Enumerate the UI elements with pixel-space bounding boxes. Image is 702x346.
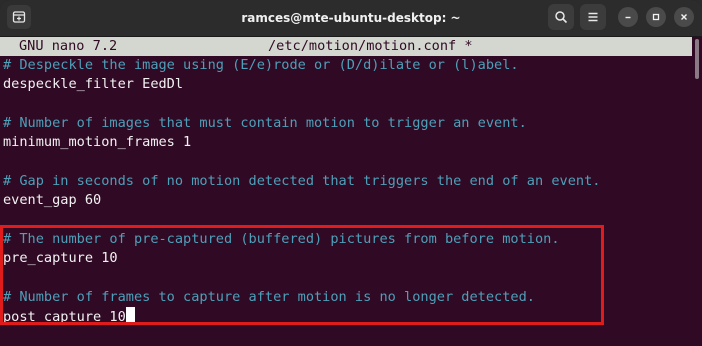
hamburger-menu-icon bbox=[588, 12, 598, 22]
title-bar: ramces@mte-ubuntu-desktop: ~ bbox=[0, 0, 702, 37]
comment-line: # Gap in seconds of no motion detected t… bbox=[3, 173, 601, 189]
nano-version: GNU nano 7.2 bbox=[19, 38, 118, 54]
close-icon bbox=[681, 14, 687, 20]
search-icon bbox=[555, 11, 568, 24]
nano-header-bar: GNU nano 7.2 /etc/motion/motion.conf * bbox=[0, 37, 692, 56]
search-button[interactable] bbox=[548, 4, 574, 30]
menu-button[interactable] bbox=[580, 4, 606, 30]
config-line: despeckle_filter EedDl bbox=[3, 76, 184, 92]
nano-filename: /etc/motion/motion.conf * bbox=[268, 38, 473, 54]
scrollbar-thumb[interactable] bbox=[695, 39, 699, 79]
highlight-annotation-box bbox=[0, 225, 604, 325]
new-tab-button[interactable] bbox=[7, 5, 31, 29]
comment-line: # Number of images that must contain mot… bbox=[3, 115, 527, 131]
config-line: minimum_motion_frames 1 bbox=[3, 134, 192, 150]
comment-line: # Despeckle the image using (E/e)rode or… bbox=[3, 57, 519, 73]
close-button[interactable] bbox=[674, 7, 694, 27]
minimize-button[interactable] bbox=[618, 7, 638, 27]
terminal-window: ramces@mte-ubuntu-desktop: ~ GNU nano 7.… bbox=[0, 0, 702, 346]
new-tab-icon bbox=[12, 11, 26, 23]
window-title: ramces@mte-ubuntu-desktop: ~ bbox=[241, 11, 461, 25]
maximize-icon bbox=[652, 13, 660, 21]
minimize-icon bbox=[625, 16, 631, 19]
terminal-area[interactable]: GNU nano 7.2 /etc/motion/motion.conf * #… bbox=[0, 37, 702, 346]
scrollbar[interactable] bbox=[694, 37, 700, 346]
config-line: event_gap 60 bbox=[3, 192, 102, 208]
maximize-button[interactable] bbox=[646, 7, 666, 27]
